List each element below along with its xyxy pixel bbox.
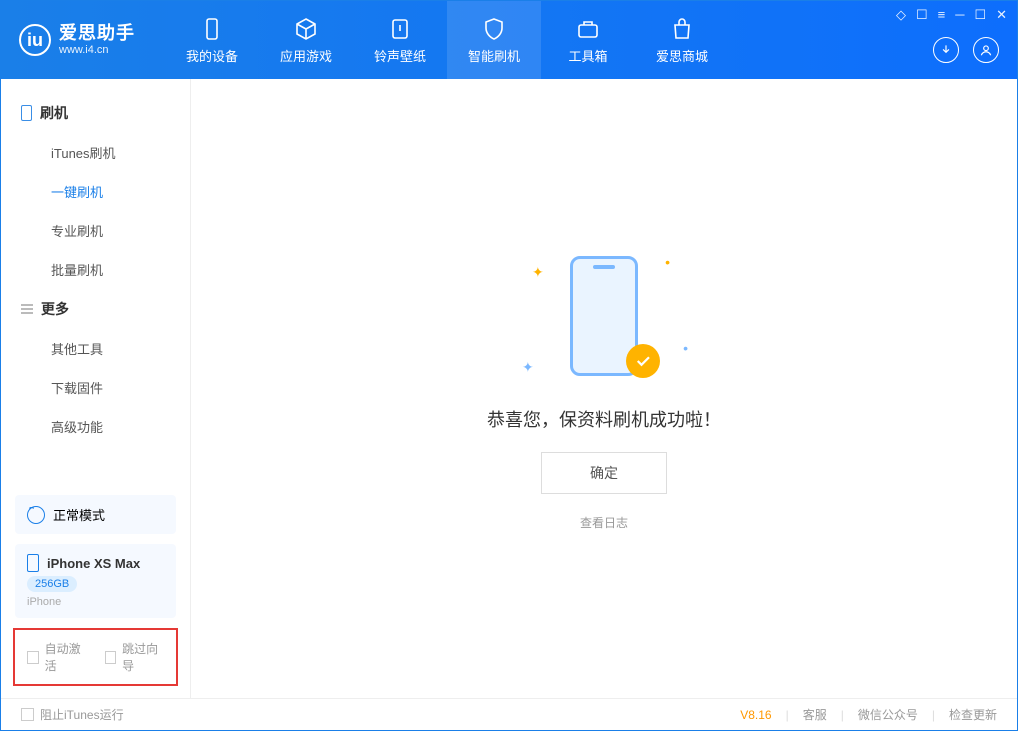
toolbox-icon <box>575 16 601 42</box>
app-header: iu 爱思助手 www.i4.cn 我的设备 应用游戏 铃声壁纸 智能刷机 工具… <box>1 1 1017 79</box>
tab-label: 我的设备 <box>186 46 238 65</box>
tab-store[interactable]: 爱思商城 <box>635 1 729 79</box>
sidebar-item-advanced[interactable]: 高级功能 <box>1 407 190 446</box>
ok-button[interactable]: 确定 <box>541 452 667 494</box>
cube-icon <box>293 16 319 42</box>
block-itunes-checkbox[interactable]: 阻止iTunes运行 <box>21 706 124 723</box>
skip-guide-checkbox[interactable]: 跳过向导 <box>105 640 165 674</box>
sidebar-group-more: 更多 <box>1 289 190 329</box>
sidebar-item-itunes-flash[interactable]: iTunes刷机 <box>1 133 190 172</box>
storage-badge: 256GB <box>27 576 77 592</box>
mode-label: 正常模式 <box>53 505 105 524</box>
note-icon[interactable]: ☐ <box>916 7 928 23</box>
checkmark-icon <box>626 344 660 378</box>
music-icon <box>387 16 413 42</box>
tab-flash[interactable]: 智能刷机 <box>447 1 541 79</box>
sidebar-item-batch-flash[interactable]: 批量刷机 <box>1 250 190 289</box>
sync-icon <box>27 506 45 524</box>
tab-my-device[interactable]: 我的设备 <box>165 1 259 79</box>
mode-card[interactable]: 正常模式 <box>15 495 176 534</box>
support-link[interactable]: 客服 <box>803 706 827 723</box>
status-bar: 阻止iTunes运行 V8.16 | 客服 | 微信公众号 | 检查更新 <box>1 698 1017 730</box>
check-update-link[interactable]: 检查更新 <box>949 706 997 723</box>
tab-label: 爱思商城 <box>656 46 708 65</box>
phone-outline-icon <box>21 105 32 121</box>
sidebar-item-oneclick-flash[interactable]: 一键刷机 <box>1 172 190 211</box>
sidebar-item-download-firmware[interactable]: 下载固件 <box>1 368 190 407</box>
tab-toolbox[interactable]: 工具箱 <box>541 1 635 79</box>
device-type: iPhone <box>27 596 61 608</box>
maximize-button[interactable]: ☐ <box>974 7 986 23</box>
success-message: 恭喜您，保资料刷机成功啦！ <box>487 406 721 432</box>
tab-ringtone[interactable]: 铃声壁纸 <box>353 1 447 79</box>
shield-icon <box>481 16 507 42</box>
app-logo: iu 爱思助手 www.i4.cn <box>1 24 153 56</box>
minimize-button[interactable]: ─ <box>955 7 964 23</box>
bag-icon <box>669 16 695 42</box>
tab-label: 应用游戏 <box>280 46 332 65</box>
auto-activate-checkbox[interactable]: 自动激活 <box>27 640 87 674</box>
sidebar-group-flash: 刷机 <box>1 93 190 133</box>
menu-icon[interactable]: ≡ <box>938 7 946 23</box>
sidebar-item-pro-flash[interactable]: 专业刷机 <box>1 211 190 250</box>
main-content: ✦•✦• 恭喜您，保资料刷机成功啦！ 确定 查看日志 <box>191 79 1017 698</box>
main-tabs: 我的设备 应用游戏 铃声壁纸 智能刷机 工具箱 爱思商城 <box>165 1 729 79</box>
shirt-icon[interactable]: ◇ <box>896 7 906 23</box>
tab-label: 智能刷机 <box>468 46 520 65</box>
app-name: 爱思助手 <box>59 24 135 44</box>
wechat-link[interactable]: 微信公众号 <box>858 706 918 723</box>
sidebar: 刷机 iTunes刷机 一键刷机 专业刷机 批量刷机 更多 其他工具 下载固件 … <box>1 79 191 698</box>
device-icon <box>199 16 225 42</box>
phone-icon <box>27 554 39 572</box>
success-illustration: ✦•✦• <box>504 246 704 386</box>
device-card[interactable]: iPhone XS Max 256GB iPhone <box>15 544 176 618</box>
app-url: www.i4.cn <box>59 44 135 56</box>
close-button[interactable]: ✕ <box>996 7 1007 23</box>
tab-label: 铃声壁纸 <box>374 46 426 65</box>
view-log-link[interactable]: 查看日志 <box>580 514 628 531</box>
logo-icon: iu <box>19 24 51 56</box>
sidebar-item-other-tools[interactable]: 其他工具 <box>1 329 190 368</box>
tab-apps[interactable]: 应用游戏 <box>259 1 353 79</box>
download-button[interactable] <box>933 37 959 63</box>
user-button[interactable] <box>973 37 999 63</box>
highlighted-options: 自动激活 跳过向导 <box>13 628 178 686</box>
device-name: iPhone XS Max <box>47 556 140 571</box>
tab-label: 工具箱 <box>568 46 607 65</box>
window-controls-top: ◇ ☐ ≡ ─ ☐ ✕ <box>896 7 1007 23</box>
version-label: V8.16 <box>740 708 771 722</box>
list-icon <box>21 304 33 314</box>
header-right-buttons <box>933 37 999 63</box>
